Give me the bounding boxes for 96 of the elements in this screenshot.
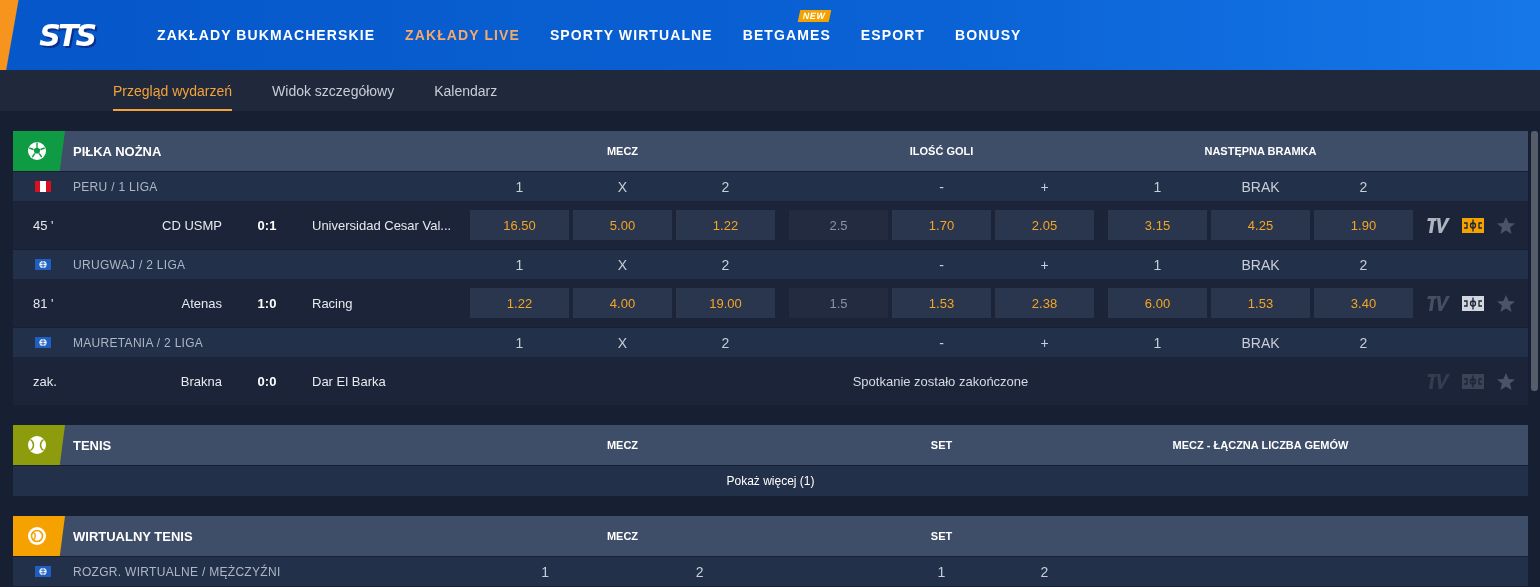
- column-label: BRAK: [1240, 334, 1281, 351]
- star-icon[interactable]: [1496, 371, 1516, 391]
- team-name: Dar El Barka: [312, 373, 387, 389]
- odds-button[interactable]: 3.15: [1108, 210, 1207, 240]
- team-name: Atenas: [180, 295, 222, 311]
- league-name: PERU / 1 LIGA: [73, 179, 159, 194]
- market-title: MECZ: [605, 530, 640, 542]
- show-more-link[interactable]: Pokaż więcej (1): [726, 474, 815, 488]
- column-label: 2: [1039, 563, 1050, 580]
- match-score: 0:1: [256, 217, 278, 233]
- star-icon[interactable]: [1496, 215, 1516, 235]
- sport-name: TENIS: [72, 437, 113, 453]
- column-label: 2: [720, 334, 731, 351]
- sport-name: PIŁKA NOŻNA: [72, 143, 163, 159]
- pitch-icon[interactable]: [1462, 295, 1484, 311]
- odds-button[interactable]: 2.38: [995, 288, 1094, 318]
- market-title: SET: [929, 439, 954, 451]
- odds-button[interactable]: 5.00: [573, 210, 672, 240]
- nav-link[interactable]: SPORTY WIRTUALNE: [534, 25, 728, 45]
- column-label: 2: [720, 178, 731, 195]
- odds-button[interactable]: 1.90: [1314, 210, 1413, 240]
- column-label: 1: [936, 563, 947, 580]
- column-label: -: [938, 178, 945, 195]
- tennis-ball-icon: [27, 526, 47, 546]
- column-label: 1: [514, 334, 525, 351]
- odds-button[interactable]: 19.00: [676, 288, 775, 318]
- column-label: -: [938, 334, 945, 351]
- team-name: Universidad Cesar Val...: [312, 217, 453, 233]
- league-name: ROZGR. WIRTUALNE / MĘŻCZYŹNI: [73, 564, 282, 579]
- column-label: 2: [720, 256, 731, 273]
- column-label: 1: [1152, 334, 1163, 351]
- odds-button[interactable]: 6.00: [1108, 288, 1207, 318]
- odds-button[interactable]: 2.05: [995, 210, 1094, 240]
- tv-icon[interactable]: [1427, 216, 1450, 234]
- football-icon: [27, 141, 47, 161]
- column-label: -: [938, 256, 945, 273]
- new-badge: NEW: [798, 10, 832, 22]
- column-label: X: [616, 334, 629, 351]
- odds-button[interactable]: 1.22: [470, 288, 569, 318]
- odds-button[interactable]: 16.50: [470, 210, 569, 240]
- column-label: 1: [1152, 256, 1163, 273]
- column-label: 1: [540, 563, 551, 580]
- section-header[interactable]: PIŁKA NOŻNA MECZ ILOŚĆ GOLI NASTĘPNA BRAMKA: [13, 131, 1528, 171]
- match-time: zak.: [32, 373, 58, 389]
- column-label: +: [1039, 334, 1050, 351]
- match-score: 0:0: [256, 373, 278, 389]
- tennis-ball-icon: [27, 435, 47, 455]
- match-score: 1:0: [256, 295, 278, 311]
- nav-link[interactable]: BONUSY: [940, 25, 1037, 45]
- sub-tab[interactable]: Kalendarz: [434, 70, 498, 111]
- column-label: 1: [1152, 178, 1163, 195]
- column-label: +: [1039, 178, 1050, 195]
- match-status: Spotkanie zostało zakończone: [851, 373, 1030, 389]
- nav-link[interactable]: ZAKŁADY LIVE: [390, 25, 535, 45]
- nav-link[interactable]: ESPORT: [845, 25, 941, 45]
- team-name: CD USMP: [161, 217, 222, 233]
- match-time: 81 ': [32, 295, 55, 311]
- market-title: MECZ: [605, 439, 640, 451]
- market-title: NASTĘPNA BRAMKA: [1203, 145, 1318, 157]
- column-label: 2: [1358, 334, 1369, 351]
- odds-button[interactable]: 4.00: [573, 288, 672, 318]
- column-label: 2: [694, 563, 705, 580]
- column-label: X: [616, 178, 629, 195]
- sport-name: WIRTUALNY TENIS: [72, 528, 194, 544]
- nav-link[interactable]: BETGAMES: [727, 25, 846, 45]
- league-name: MAURETANIA / 2 LIGA: [73, 335, 205, 350]
- odds-button[interactable]: 1.22: [676, 210, 775, 240]
- column-label: 1: [514, 256, 525, 273]
- section-header[interactable]: WIRTUALNY TENIS MECZ SET: [13, 516, 1528, 556]
- odds-button[interactable]: 1.53: [1211, 288, 1310, 318]
- odds-button[interactable]: 1.53: [892, 288, 991, 318]
- nav-link[interactable]: ZAKŁADY BUKMACHERSKIE: [142, 25, 391, 45]
- odds-button[interactable]: 1.70: [892, 210, 991, 240]
- column-label: 1: [514, 178, 525, 195]
- market-title: MECZ - ŁĄCZNA LICZBA GEMÓW: [1171, 439, 1350, 451]
- column-label: X: [616, 256, 629, 273]
- market-title: ILOŚĆ GOLI: [908, 145, 975, 157]
- market-title: MECZ: [605, 145, 640, 157]
- team-name: Racing: [312, 295, 354, 311]
- column-label: +: [1039, 256, 1050, 273]
- column-label: BRAK: [1240, 178, 1281, 195]
- column-label: BRAK: [1240, 256, 1281, 273]
- league-name: URUGWAJ / 2 LIGA: [73, 257, 187, 272]
- star-icon[interactable]: [1496, 293, 1516, 313]
- sub-tab[interactable]: Przegląd wydarzeń: [113, 70, 233, 111]
- market-title: SET: [929, 530, 954, 542]
- column-label: 2: [1358, 256, 1369, 273]
- match-time: 45 ': [32, 217, 55, 233]
- odds-button[interactable]: 3.40: [1314, 288, 1413, 318]
- section-header[interactable]: TENIS MECZ SET MECZ - ŁĄCZNA LICZBA GEMÓW: [13, 425, 1528, 465]
- sub-tab[interactable]: Widok szczegółowy: [272, 70, 395, 111]
- pitch-icon[interactable]: [1462, 217, 1484, 233]
- team-name: Brakna: [179, 373, 222, 389]
- odds-button[interactable]: 4.25: [1211, 210, 1310, 240]
- scrollbar[interactable]: [1531, 131, 1538, 391]
- column-label: 2: [1358, 178, 1369, 195]
